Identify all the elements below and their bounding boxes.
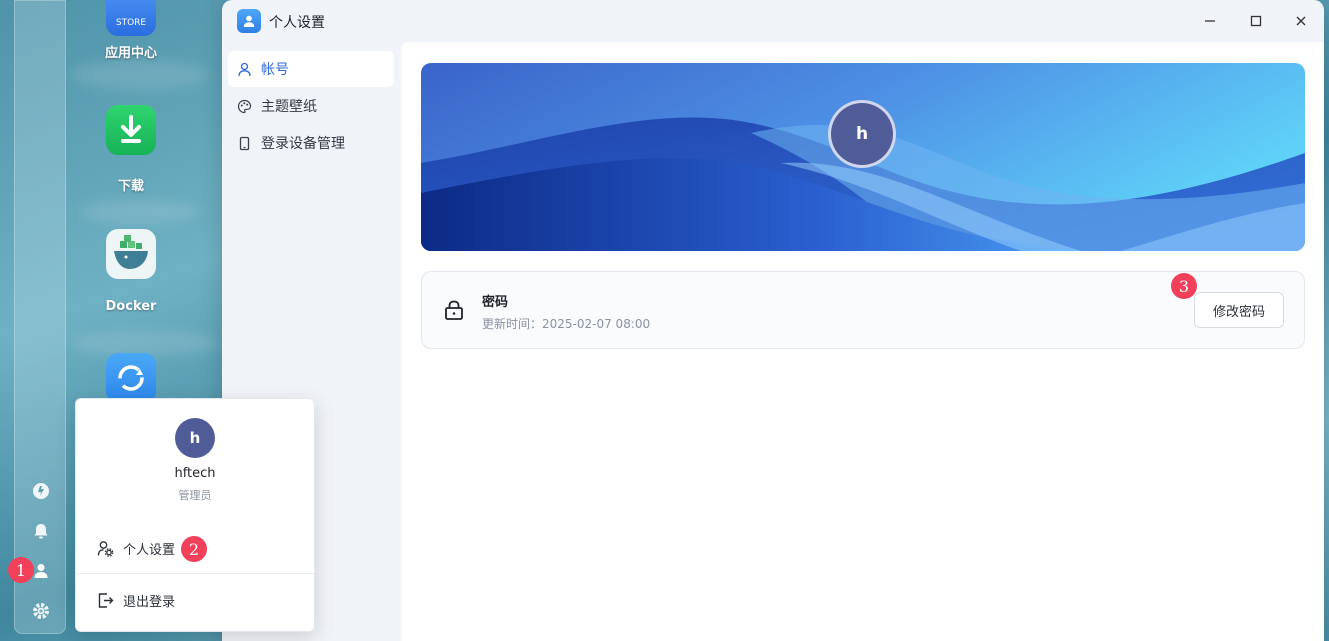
password-title: 密码 bbox=[482, 295, 509, 310]
store-tile-text: STORE bbox=[115, 18, 147, 28]
store-icon: STORE bbox=[106, 0, 156, 36]
menu-item-personal-settings[interactable]: 个人设置 bbox=[97, 536, 175, 560]
wallpaper-highlight bbox=[80, 200, 200, 224]
account-content: h 密码 更新时间：2025-02-07 08:00 修改密码 bbox=[401, 42, 1324, 641]
password-updated-time: 更新时间：2025-02-07 08:00 bbox=[482, 317, 651, 331]
settings-window: 个人设置 帐号 主题壁纸 登录设备管理 h 密码 更新时间：2025-02-07… bbox=[222, 0, 1324, 641]
step-badge-3: 3 bbox=[1171, 273, 1197, 299]
gear-icon[interactable] bbox=[31, 601, 51, 621]
user-settings-icon bbox=[97, 540, 114, 557]
profile-banner: h bbox=[421, 63, 1305, 251]
wallpaper-highlight bbox=[70, 60, 210, 90]
app-store[interactable]: STORE 应用中心 bbox=[96, 0, 166, 61]
phone-icon bbox=[239, 136, 250, 150]
user-icon bbox=[238, 62, 251, 76]
app-label: 下载 bbox=[117, 179, 144, 194]
app-label: 应用中心 bbox=[104, 46, 157, 61]
settings-sidenav: 帐号 主题壁纸 登录设备管理 bbox=[228, 51, 394, 162]
user-icon[interactable] bbox=[31, 561, 51, 581]
sync-icon bbox=[106, 353, 156, 403]
nav-item-theme[interactable]: 主题壁纸 bbox=[228, 88, 394, 124]
menu-item-label: 退出登录 bbox=[123, 594, 176, 610]
menu-item-label: 个人设置 bbox=[123, 542, 176, 558]
app-label: Docker bbox=[105, 299, 157, 314]
app-sync[interactable] bbox=[96, 353, 166, 403]
step-badge-2: 2 bbox=[181, 536, 207, 562]
step-badge-1: 1 bbox=[8, 557, 34, 583]
nav-label: 登录设备管理 bbox=[261, 136, 345, 152]
app-download[interactable]: 下载 bbox=[96, 105, 166, 194]
settings-app-icon bbox=[237, 9, 261, 33]
menu-item-logout[interactable]: 退出登录 bbox=[97, 588, 175, 612]
dock bbox=[14, 0, 66, 634]
profile-avatar[interactable]: h bbox=[828, 100, 896, 168]
app-docker[interactable]: Docker bbox=[96, 229, 166, 314]
nav-label: 主题壁纸 bbox=[261, 99, 317, 115]
menu-divider bbox=[76, 573, 314, 574]
window-titlebar[interactable]: 个人设置 bbox=[222, 0, 1324, 42]
palette-icon bbox=[237, 99, 252, 113]
logout-icon bbox=[98, 592, 114, 608]
lock-icon bbox=[445, 300, 463, 320]
user-menu-popup: h hftech 管理员 个人设置 退出登录 bbox=[75, 398, 315, 632]
docker-icon bbox=[106, 229, 156, 279]
window-title: 个人设置 bbox=[269, 15, 325, 31]
user-role: 管理员 bbox=[178, 489, 212, 502]
maximize-button[interactable] bbox=[1245, 10, 1267, 32]
nav-item-devices[interactable]: 登录设备管理 bbox=[228, 125, 394, 161]
change-password-button[interactable]: 修改密码 bbox=[1194, 292, 1284, 328]
bell-icon[interactable] bbox=[31, 521, 51, 541]
close-button[interactable] bbox=[1290, 10, 1312, 32]
download-icon bbox=[106, 105, 156, 155]
username: hftech bbox=[174, 466, 216, 481]
user-avatar: h bbox=[175, 418, 215, 458]
nav-label: 帐号 bbox=[261, 62, 289, 78]
minimize-button[interactable] bbox=[1199, 10, 1221, 32]
nav-item-account[interactable]: 帐号 bbox=[228, 51, 394, 87]
dashboard-icon[interactable] bbox=[31, 481, 51, 501]
